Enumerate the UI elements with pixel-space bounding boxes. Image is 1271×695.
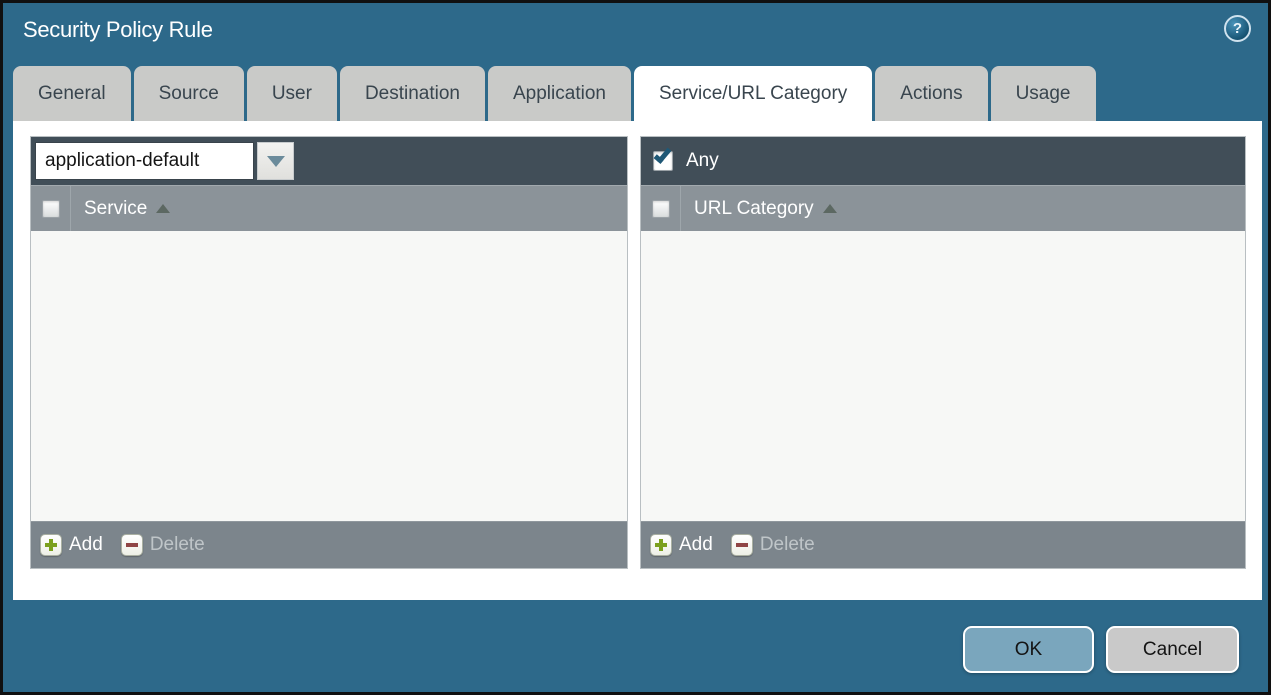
service-footer: Add Delete bbox=[31, 521, 627, 568]
tab-destination[interactable]: Destination bbox=[339, 66, 485, 121]
url-category-table-header: URL Category bbox=[641, 185, 1245, 231]
dialog-content: application-default Service Add Delete A… bbox=[13, 121, 1262, 600]
delete-url-category-button[interactable]: Delete bbox=[730, 534, 815, 556]
any-checkbox[interactable] bbox=[653, 145, 673, 171]
url-category-panel: Any URL Category Add Delete bbox=[640, 136, 1246, 569]
tab-application[interactable]: Application bbox=[488, 66, 631, 121]
dialog-title: Security Policy Rule bbox=[23, 17, 213, 42]
service-select-all-cell bbox=[31, 186, 71, 231]
url-category-column-label: URL Category bbox=[694, 197, 814, 219]
service-table-header: Service bbox=[31, 185, 627, 231]
title-bar: Security Policy Rule ? bbox=[3, 3, 1268, 63]
security-policy-rule-dialog: Security Policy Rule ? General Source Us… bbox=[0, 0, 1271, 695]
service-column-header[interactable]: Service bbox=[71, 186, 171, 231]
plus-icon bbox=[650, 534, 672, 556]
tab-source[interactable]: Source bbox=[133, 66, 244, 121]
url-category-select-all-checkbox[interactable] bbox=[651, 199, 670, 218]
delete-service-button[interactable]: Delete bbox=[120, 534, 205, 556]
service-toolbar: application-default bbox=[31, 137, 627, 185]
add-url-category-button[interactable]: Add bbox=[650, 534, 713, 556]
sort-ascending-icon[interactable] bbox=[822, 204, 837, 213]
help-icon[interactable]: ? bbox=[1224, 15, 1251, 42]
tab-bar: General Source User Destination Applicat… bbox=[13, 66, 1096, 121]
sort-ascending-icon[interactable] bbox=[156, 204, 171, 213]
delete-service-label: Delete bbox=[149, 534, 205, 555]
url-category-toolbar: Any bbox=[641, 137, 1245, 185]
any-label: Any bbox=[686, 150, 719, 171]
tab-actions[interactable]: Actions bbox=[875, 66, 988, 121]
tab-usage[interactable]: Usage bbox=[990, 66, 1096, 121]
service-list bbox=[31, 231, 627, 521]
tab-user[interactable]: User bbox=[246, 66, 337, 121]
service-panel: application-default Service Add Delete bbox=[30, 136, 628, 569]
url-category-select-all-cell bbox=[641, 186, 681, 231]
minus-icon bbox=[730, 534, 753, 556]
service-select-all-checkbox[interactable] bbox=[41, 199, 60, 218]
url-category-column-header[interactable]: URL Category bbox=[681, 186, 837, 231]
service-column-label: Service bbox=[84, 197, 148, 219]
plus-icon bbox=[40, 534, 62, 556]
service-type-dropdown[interactable]: application-default bbox=[35, 142, 294, 180]
service-type-dropdown-value[interactable]: application-default bbox=[35, 142, 254, 180]
tab-general[interactable]: General bbox=[13, 66, 131, 121]
add-url-category-label: Add bbox=[679, 534, 713, 555]
minus-icon bbox=[120, 534, 143, 556]
checkmark-icon bbox=[653, 145, 672, 164]
url-category-list bbox=[641, 231, 1245, 521]
help-glyph: ? bbox=[1232, 20, 1243, 37]
delete-url-category-label: Delete bbox=[759, 534, 815, 555]
chevron-down-glyph bbox=[266, 155, 285, 167]
url-category-footer: Add Delete bbox=[641, 521, 1245, 568]
add-service-label: Add bbox=[69, 534, 103, 555]
tab-service-url-category[interactable]: Service/URL Category bbox=[633, 66, 873, 121]
ok-button[interactable]: OK bbox=[963, 626, 1094, 673]
chevron-down-icon[interactable] bbox=[257, 142, 294, 180]
add-service-button[interactable]: Add bbox=[40, 534, 103, 556]
cancel-button[interactable]: Cancel bbox=[1106, 626, 1239, 673]
